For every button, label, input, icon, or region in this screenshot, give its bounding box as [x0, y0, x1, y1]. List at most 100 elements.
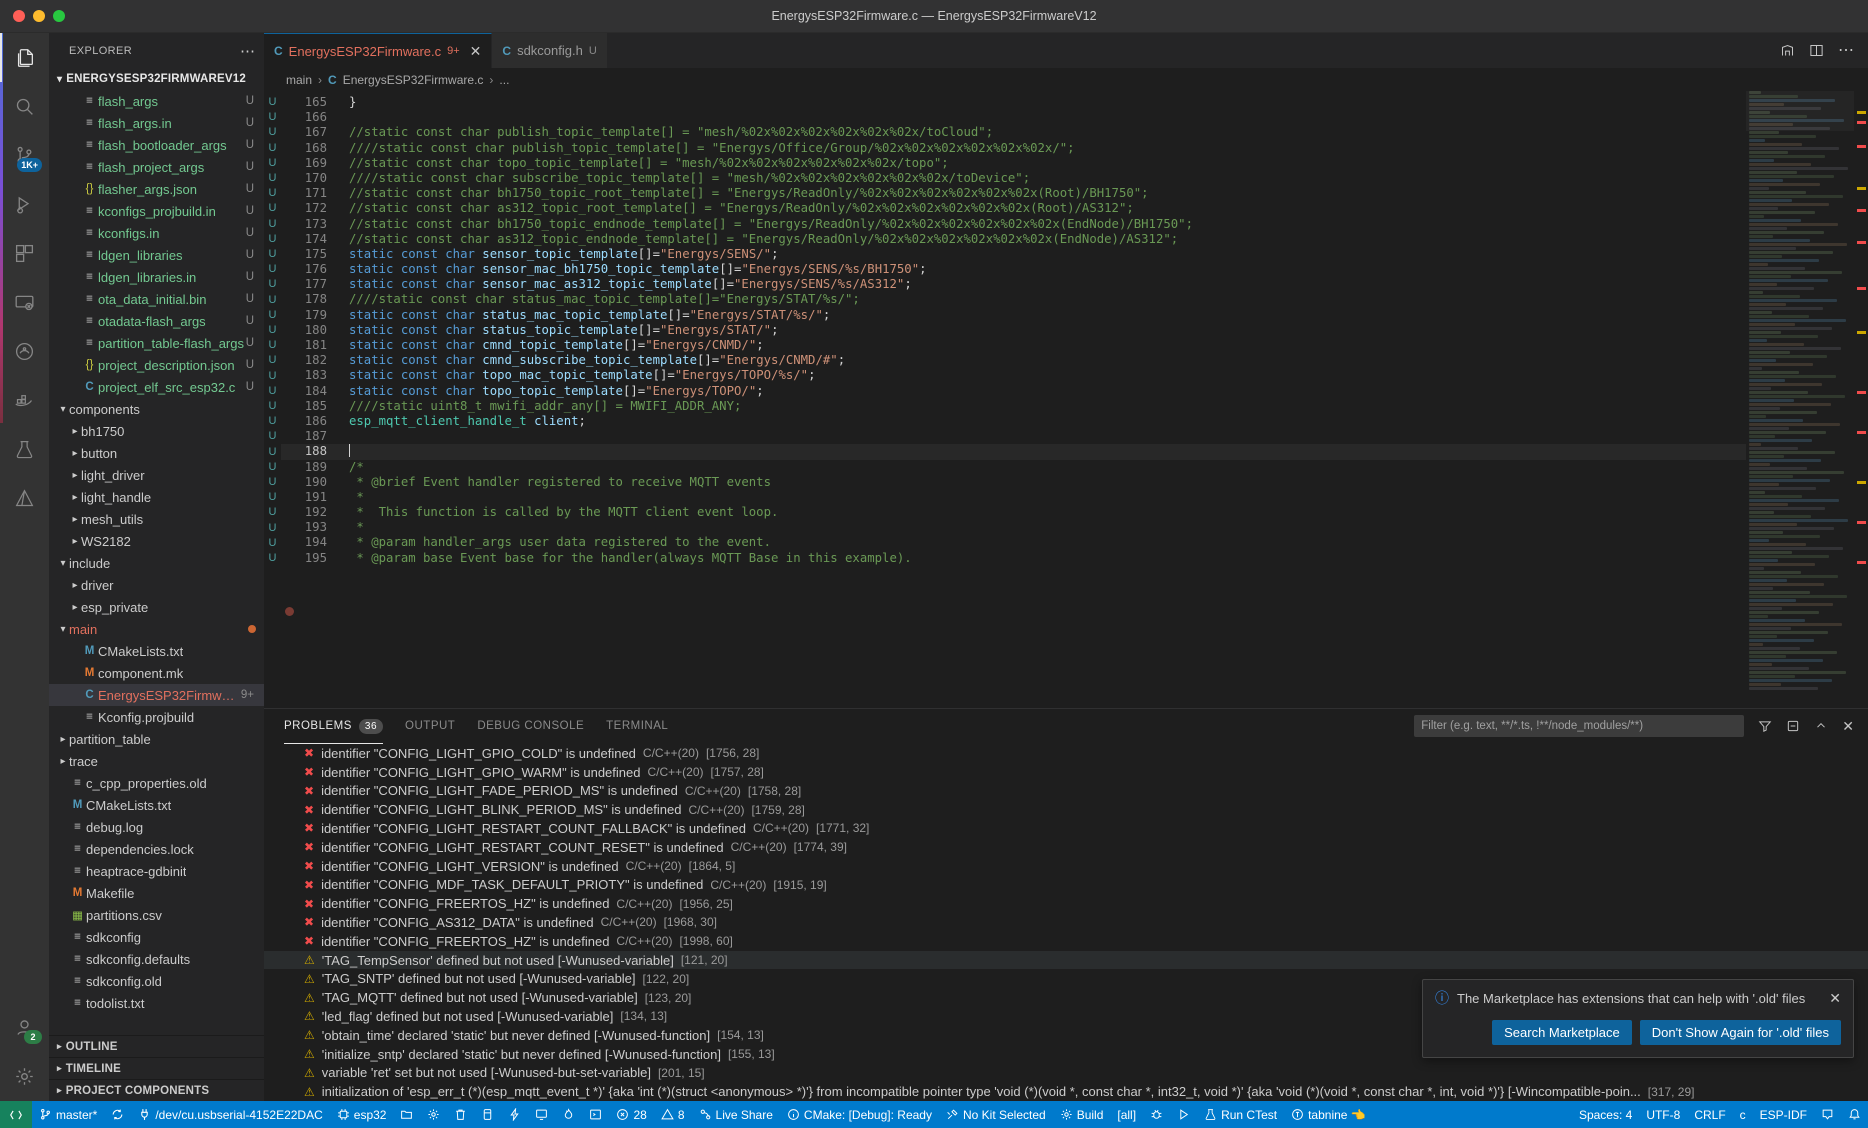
tree-file[interactable]: ≡ kconfigs.in U [49, 222, 264, 244]
code-scroll-container[interactable]: 165} 166 167//static const char publish_to… [281, 91, 1868, 708]
problem-row[interactable]: ✖ identifier "CONFIG_LIGHT_GPIO_COLD" is … [304, 744, 1868, 763]
code-line[interactable]: 169//static const char topo_topic_templa… [281, 156, 1868, 171]
breadcrumb[interactable]: main › C EnergysESP32Firmware.c › ... [264, 68, 1868, 91]
status-item-28[interactable]: 28 [609, 1101, 653, 1128]
activity-item-docker[interactable] [0, 376, 49, 425]
code-editor[interactable]: UUUUUUUUUUUUUUUUUUUUUUUUUUUUUUU 165} 166 1… [264, 91, 1868, 708]
breadcrumb-folder[interactable]: main [286, 73, 312, 87]
tree-file[interactable]: ≡ sdkconfig [49, 926, 264, 948]
code-line[interactable]: 181 static const char cmnd_topic_template… [281, 338, 1868, 353]
breadcrumb-symbol[interactable]: ... [499, 73, 509, 87]
code-line[interactable]: 174//static const char as312_topic_endno… [281, 232, 1868, 247]
code-line[interactable]: 190 * @brief Event handler registered to… [281, 475, 1868, 490]
status-item-esp32[interactable]: esp32 [330, 1101, 394, 1128]
tree-file[interactable]: ≡ sdkconfig.defaults [49, 948, 264, 970]
activity-item-search[interactable] [0, 82, 49, 131]
problem-row[interactable]: ✖ identifier "CONFIG_LIGHT_GPIO_WARM" is … [304, 763, 1868, 782]
problem-row[interactable]: ✖ identifier "CONFIG_LIGHT_RESTART_COUNT_… [304, 819, 1868, 838]
status-item-c[interactable]: c [1733, 1101, 1753, 1128]
remote-indicator[interactable] [0, 1101, 32, 1128]
activity-item-source-control[interactable]: 1K+ [0, 131, 49, 180]
tree-folder[interactable]: ▸ driver [49, 574, 264, 596]
status-item-sync-icon[interactable] [104, 1101, 131, 1128]
tree-folder[interactable]: ▸ light_handle [49, 486, 264, 508]
status-bar-right[interactable]: Spaces: 4 UTF-8 CRLF c ESP-IDF [1572, 1101, 1868, 1128]
tab-energys-esp32-firmware-c[interactable]: C EnergysESP32Firmware.c 9+ ✕ [264, 33, 493, 68]
breakpoint-marker[interactable] [285, 607, 294, 616]
panel-tab-output[interactable]: OUTPUT [405, 709, 455, 744]
status-item-terminal-icon[interactable] [582, 1101, 609, 1128]
panel-tab-debug-console[interactable]: DEBUG CONSOLE [477, 709, 584, 744]
code-line[interactable]: 165} [281, 95, 1868, 110]
panel-actions[interactable]: Filter (e.g. text, **/*.ts, !**/node_mod… [1414, 715, 1868, 738]
section-outline[interactable]: ▸ OUTLINE [49, 1035, 264, 1057]
notification-toast[interactable]: ⓘ The Marketplace has extensions that ca… [1422, 979, 1854, 1058]
tree-file[interactable]: ≡ ldgen_libraries U [49, 244, 264, 266]
chevron-right-icon[interactable]: ▸ [69, 492, 81, 503]
code-line[interactable]: 187 [281, 429, 1868, 444]
status-bar[interactable]: master* /dev/cu.usbserial-4152E22DAC esp32… [0, 1101, 1868, 1128]
tree-file[interactable]: ≡ partition_table-flash_args U [49, 332, 264, 354]
problem-row[interactable]: ✖ identifier "CONFIG_FREERTOS_HZ" is unde… [304, 894, 1868, 913]
tree-file[interactable]: C EnergysESP32Firmware.c 9+ [49, 684, 264, 706]
tree-file[interactable]: M Makefile [49, 882, 264, 904]
problem-row[interactable]: ✖ identifier "CONFIG_MDF_TASK_DEFAULT_PRI… [304, 875, 1868, 894]
code-line[interactable]: 183 static const char topo_mac_topic_temp… [281, 368, 1868, 383]
tree-file[interactable]: ≡ debug.log [49, 816, 264, 838]
chevron-right-icon[interactable]: ▸ [69, 448, 81, 459]
section-project-components[interactable]: ▸ PROJECT COMPONENTS [49, 1079, 264, 1101]
chevron-right-icon[interactable]: ▸ [69, 580, 81, 591]
tree-folder[interactable]: ▸ button [49, 442, 264, 464]
tree-file[interactable]: ≡ flash_args U [49, 90, 264, 112]
status-item-no-kit-selected[interactable]: No Kit Selected [939, 1101, 1053, 1128]
close-icon[interactable]: ✕ [470, 43, 482, 60]
tree-folder[interactable]: ▾ include [49, 552, 264, 574]
code-line[interactable]: 191 * [281, 490, 1868, 505]
status-item-crlf[interactable]: CRLF [1687, 1101, 1732, 1128]
code-line[interactable]: 189/* [281, 460, 1868, 475]
problem-row[interactable]: ✖ identifier "CONFIG_LIGHT_BLINK_PERIOD_M… [304, 800, 1868, 819]
tree-file[interactable]: ≡ ldgen_libraries.in U [49, 266, 264, 288]
status-item-spaces-4[interactable]: Spaces: 4 [1572, 1101, 1639, 1128]
sidebar-more-actions-icon[interactable]: ⋯ [240, 42, 256, 60]
problem-row[interactable]: ✖ identifier "CONFIG_AS312_DATA" is undef… [304, 913, 1868, 932]
status-item-trash-icon[interactable] [447, 1101, 474, 1128]
status-item-master[interactable]: master* [32, 1101, 104, 1128]
status-item-bug-icon[interactable] [1143, 1101, 1170, 1128]
problem-row[interactable]: ✖ identifier "CONFIG_LIGHT_RESTART_COUNT_… [304, 838, 1868, 857]
status-item-esp-idf[interactable]: ESP-IDF [1753, 1101, 1814, 1128]
tree-folder[interactable]: ▸ esp_private [49, 596, 264, 618]
editor-tab-actions[interactable]: ⋯ [1780, 33, 1868, 68]
chevron-right-icon[interactable]: ▸ [69, 426, 81, 437]
close-window-button[interactable] [13, 10, 25, 22]
tree-file[interactable]: ≡ todolist.txt [49, 992, 264, 1014]
tree-file[interactable]: ≡ ota_data_initial.bin U [49, 288, 264, 310]
code-line[interactable]: 179 static const char status_mac_topic_te… [281, 308, 1868, 323]
code-line[interactable]: 171//static const char bh1750_topic_root… [281, 186, 1868, 201]
problem-row[interactable]: ✖ identifier "CONFIG_FREERTOS_HZ" is unde… [304, 932, 1868, 951]
code-line[interactable]: 170////static const char subscribe_topic… [281, 171, 1868, 186]
tree-file[interactable]: {} flasher_args.json U [49, 178, 264, 200]
panel-tab-terminal[interactable]: TERMINAL [606, 709, 668, 744]
code-line[interactable]: 177 static const char sensor_mac_as312_to… [281, 277, 1868, 292]
code-line[interactable]: 182 static const char cmnd_subscribe_topi… [281, 353, 1868, 368]
code-line[interactable]: 188 [281, 444, 1868, 460]
activity-item-run-and-debug[interactable] [0, 180, 49, 229]
window-controls[interactable] [0, 10, 65, 22]
tree-file[interactable]: ≡ dependencies.lock [49, 838, 264, 860]
breadcrumb-file[interactable]: EnergysESP32Firmware.c [343, 73, 484, 87]
minimap-slider[interactable] [1746, 91, 1854, 131]
tree-file[interactable]: ▦ partitions.csv [49, 904, 264, 926]
status-item-all[interactable]: [all] [1110, 1101, 1143, 1128]
status-item-feedback-icon[interactable] [1814, 1101, 1841, 1128]
activity-item-cmake[interactable] [0, 474, 49, 523]
chevron-down-icon[interactable]: ▾ [57, 558, 69, 569]
tree-folder[interactable]: ▸ light_driver [49, 464, 264, 486]
search-marketplace-button[interactable]: Search Marketplace [1492, 1020, 1632, 1045]
code-line[interactable]: 173//static const char bh1750_topic_endn… [281, 217, 1868, 232]
maximize-window-button[interactable] [53, 10, 65, 22]
status-item-utf-8[interactable]: UTF-8 [1639, 1101, 1687, 1128]
panel-tab-problems[interactable]: PROBLEMS 36 [284, 709, 384, 744]
editor-scrollbar[interactable] [1854, 91, 1868, 708]
code-line[interactable]: 168////static const char publish_topic_t… [281, 141, 1868, 156]
